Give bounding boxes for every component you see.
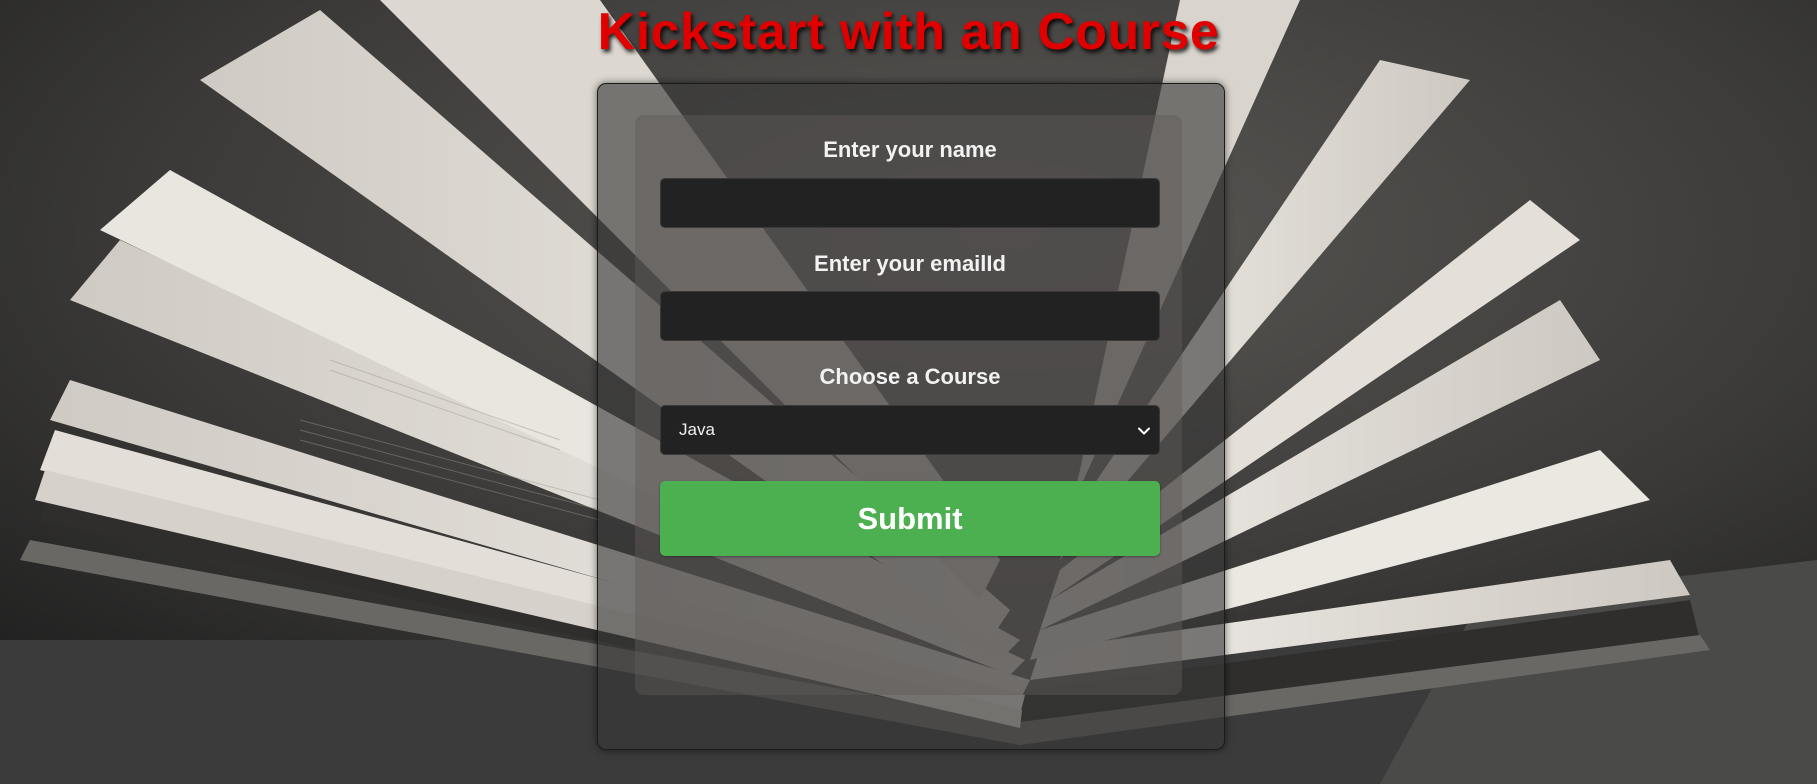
form-card: Enter your name Enter your emailId Choos… [635,115,1182,695]
course-select[interactable]: Java [660,405,1160,455]
chevron-down-icon [1138,427,1150,435]
email-label: Enter your emailId [814,251,1006,276]
course-label: Choose a Course [819,364,1001,389]
submit-button[interactable]: Submit [660,481,1160,556]
name-input[interactable] [660,178,1160,228]
email-input[interactable] [660,291,1160,341]
page-title: Kickstart with an Course [597,3,1220,61]
form-container: Enter your name Enter your emailId Choos… [597,83,1225,750]
name-label: Enter your name [823,137,997,162]
course-selected-value: Java [679,420,715,439]
